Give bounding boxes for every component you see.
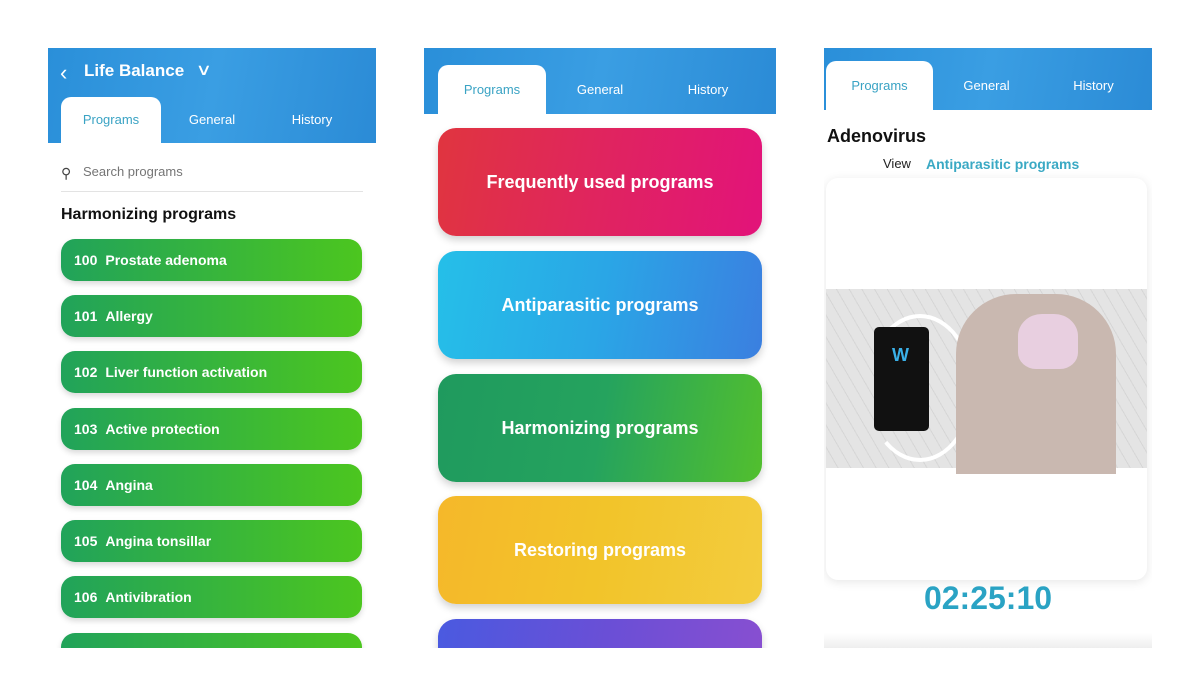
program-name: Prostate adenoma [105, 252, 227, 268]
tab-general[interactable]: General [546, 65, 654, 114]
bottom-shadow [824, 633, 1152, 648]
category-restoring[interactable]: Restoring programs [438, 496, 762, 604]
program-number: 100 [74, 252, 98, 268]
category-more[interactable] [438, 619, 762, 648]
programs-list-screen: ‹ Life Balance ∨ Programs General Histor… [48, 48, 376, 648]
categories-screen: Programs General History Frequently used… [424, 48, 776, 648]
program-number: 106 [74, 589, 98, 605]
tab-programs[interactable]: Programs [826, 61, 933, 110]
w-logo-icon: W [892, 345, 909, 365]
timer: 02:25:10 [923, 580, 1053, 616]
category-antiparasitic[interactable]: Antiparasitic programs [438, 251, 762, 359]
category-label: Antiparasitic programs [501, 294, 699, 315]
search-input[interactable] [81, 163, 355, 180]
program-number: 101 [74, 308, 98, 324]
tab-general[interactable]: General [933, 61, 1040, 110]
program-name: Liver function activation [105, 364, 268, 380]
view-category-link[interactable]: Antiparasitic programs [926, 156, 1079, 172]
search-field[interactable]: ⚲ [61, 163, 363, 192]
category-label: Harmonizing programs [501, 417, 699, 438]
app-title: Life Balance [84, 61, 185, 80]
view-label: View [883, 156, 911, 171]
tab-history[interactable]: History [262, 97, 362, 143]
program-number: 103 [74, 421, 98, 437]
program-number: 102 [74, 364, 98, 380]
program-item[interactable]: 100 Prostate adenoma [61, 239, 362, 281]
body-image [956, 294, 1116, 474]
category-label: Frequently used programs [486, 171, 714, 192]
program-item[interactable]: 106 Antivibration [61, 576, 362, 618]
tab-history[interactable]: History [1040, 61, 1147, 110]
video-card: W [826, 178, 1147, 580]
header: Programs General History [424, 48, 776, 114]
device-image: W [874, 327, 929, 431]
program-item[interactable] [61, 633, 362, 648]
header: Programs General History [824, 48, 1152, 110]
program-item[interactable]: 105 Angina tonsillar [61, 520, 362, 562]
tab-programs[interactable]: Programs [61, 97, 161, 143]
category-label: Restoring programs [513, 539, 687, 560]
program-number: 105 [74, 533, 98, 549]
program-item[interactable]: 102 Liver function activation [61, 351, 362, 393]
chevron-down-icon[interactable]: ∨ [196, 60, 212, 80]
lungs-image [1018, 314, 1078, 369]
device-illustration[interactable]: W [826, 289, 1147, 474]
category-harmonizing[interactable]: Harmonizing programs [438, 374, 762, 482]
program-name: Antivibration [105, 589, 192, 605]
program-name: Angina [105, 477, 153, 493]
tab-history[interactable]: History [654, 65, 762, 114]
tab-programs[interactable]: Programs [438, 65, 546, 114]
program-title: Adenovirus [827, 126, 927, 146]
back-icon[interactable]: ‹ [60, 60, 67, 86]
category-frequently-used[interactable]: Frequently used programs [438, 128, 762, 236]
program-name: Allergy [105, 308, 153, 324]
program-number: 104 [74, 477, 98, 493]
program-name: Active protection [105, 421, 220, 437]
program-item[interactable]: 104 Angina [61, 464, 362, 506]
tab-general[interactable]: General [162, 97, 262, 143]
program-player-screen: Programs General History Adenovirus View… [824, 48, 1152, 648]
program-item[interactable]: 103 Active protection [61, 408, 362, 450]
section-heading: Harmonizing programs [61, 206, 237, 223]
program-item[interactable]: 101 Allergy [61, 295, 362, 337]
program-name: Angina tonsillar [105, 533, 212, 549]
search-icon: ⚲ [61, 165, 72, 181]
header: ‹ Life Balance ∨ Programs General Histor… [48, 48, 376, 143]
